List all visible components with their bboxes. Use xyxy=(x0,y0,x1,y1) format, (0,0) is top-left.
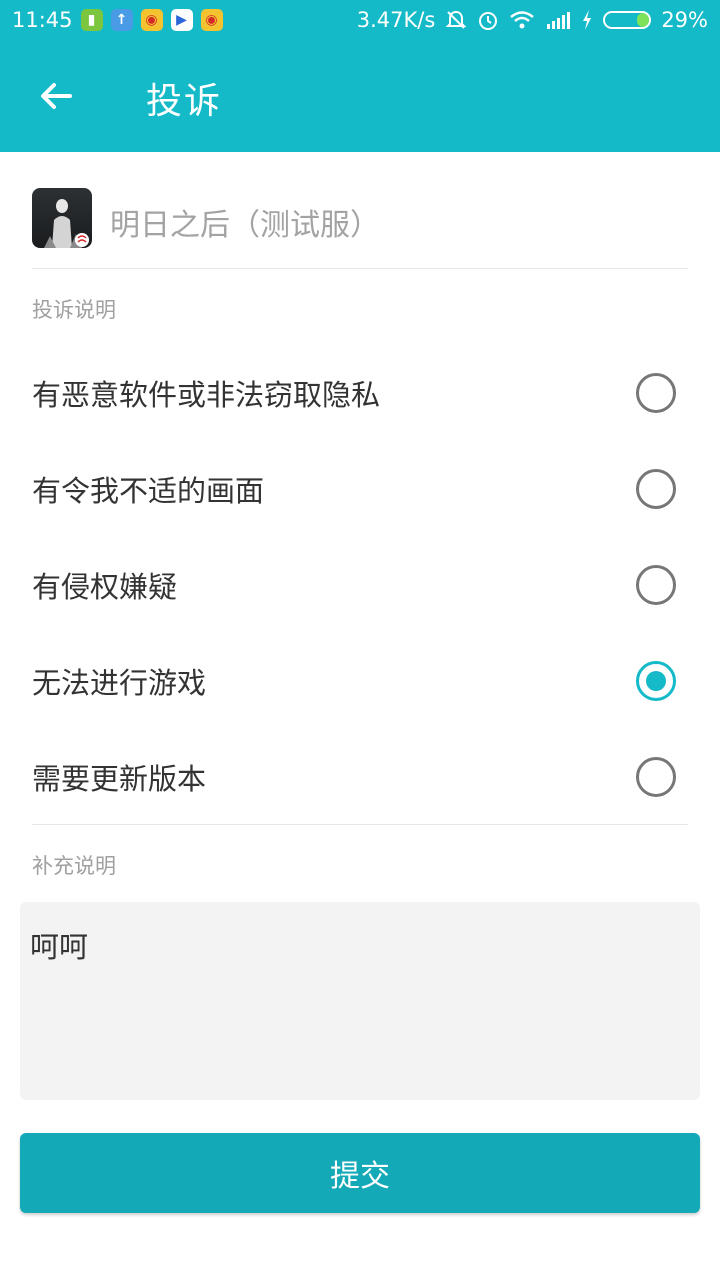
game-name: 明日之后（测试服） xyxy=(110,208,380,243)
option-infringement[interactable]: 有侵权嫌疑 xyxy=(32,537,688,633)
game-artwork xyxy=(44,199,89,248)
game-icon xyxy=(32,188,92,248)
back-button[interactable] xyxy=(30,70,82,122)
battery-fill xyxy=(636,13,650,27)
charging-icon xyxy=(583,10,592,30)
option-label: 有令我不适的画面 xyxy=(32,474,265,508)
game-info: 明日之后（测试服） xyxy=(32,188,688,268)
radio-button[interactable] xyxy=(636,757,676,797)
wifi-icon xyxy=(510,11,535,29)
option-cannot-play[interactable]: 无法进行游戏 xyxy=(32,633,688,729)
radio-button[interactable] xyxy=(636,469,676,509)
upload-icon: ↑ xyxy=(110,9,133,31)
radio-button[interactable] xyxy=(636,661,676,701)
weibo-icon: ◉ xyxy=(200,9,223,31)
complaint-section-label: 投诉说明 xyxy=(32,298,116,322)
divider xyxy=(32,268,688,269)
radio-button[interactable] xyxy=(636,565,676,605)
option-needs-update[interactable]: 需要更新版本 xyxy=(32,729,688,825)
supplement-input[interactable]: 呵呵 xyxy=(20,902,700,1100)
option-malware[interactable]: 有恶意软件或非法窃取隐私 xyxy=(32,345,688,441)
status-bar: 11:45 ▮ ↑ ◉ ▶ ◉ 3.47K/s 29% xyxy=(0,0,720,40)
page-title: 投诉 xyxy=(146,81,223,122)
option-disturbing-content[interactable]: 有令我不适的画面 xyxy=(32,441,688,537)
battery-app-icon: ▮ xyxy=(80,9,103,31)
alarm-icon xyxy=(479,12,498,30)
network-speed: 3.47K/s xyxy=(356,8,436,32)
mute-icon xyxy=(445,10,467,29)
signal-icon xyxy=(547,12,571,29)
arrow-left-icon xyxy=(41,83,72,109)
video-app-icon: ▶ xyxy=(170,9,193,31)
status-time: 11:45 xyxy=(12,8,73,32)
radio-button[interactable] xyxy=(636,373,676,413)
battery-icon xyxy=(603,11,652,29)
submit-button[interactable]: 提交 xyxy=(20,1133,700,1213)
weibo-icon: ◉ xyxy=(140,9,163,31)
option-label: 有恶意软件或非法窃取隐私 xyxy=(32,378,381,412)
option-label: 无法进行游戏 xyxy=(32,666,207,700)
option-label: 需要更新版本 xyxy=(32,762,207,796)
option-label: 有侵权嫌疑 xyxy=(32,570,178,604)
battery-percent: 29% xyxy=(661,8,708,32)
app-bar: 投诉 xyxy=(0,40,720,152)
divider xyxy=(32,824,688,825)
status-bar-right: 3.47K/s 29% xyxy=(357,8,708,32)
status-bar-left: 11:45 ▮ ↑ ◉ ▶ ◉ xyxy=(12,8,223,32)
supplement-section-label: 补充说明 xyxy=(32,854,116,878)
